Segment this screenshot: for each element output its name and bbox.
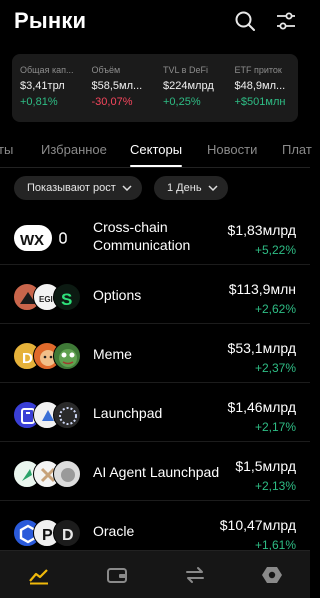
svg-text:D: D	[62, 527, 74, 544]
stat-value: $224млрд	[163, 80, 214, 92]
launchpad-token-icon-3	[53, 401, 81, 429]
stat-change: -30,07%	[91, 96, 133, 108]
link-token-icon	[57, 231, 69, 245]
stat-change: +0,25%	[163, 96, 201, 108]
svg-text:S: S	[61, 290, 72, 309]
sector-token-icons	[13, 401, 83, 429]
period-dropdown-label: 1 День	[167, 182, 202, 194]
pepe-token-icon	[53, 342, 81, 370]
sort-dropdown-label: Показывают рост	[27, 182, 116, 194]
sector-row-meme[interactable]: D Meme $53,1млрд +2,37%	[0, 324, 310, 383]
stat-label: TVL в DeFi	[163, 65, 208, 75]
svg-text:D: D	[22, 350, 33, 367]
stat-change: +$501млн	[234, 96, 286, 108]
sector-name-line2: Communication	[93, 237, 191, 253]
search-icon[interactable]	[234, 10, 256, 32]
stat-label: Общая кап...	[20, 65, 74, 75]
wormhole-token-icon: WX	[13, 224, 53, 252]
sector-change: +5,22%	[254, 243, 296, 257]
sector-row-launchpad[interactable]: Launchpad $1,46млрд +2,17%	[0, 383, 310, 442]
sector-token-icons: EGIC S	[13, 283, 83, 311]
stat-value: $48,9мл...	[234, 80, 286, 92]
tab-sectors[interactable]: Секторы	[130, 142, 182, 157]
page-title: Рынки	[14, 8, 87, 33]
sector-market-cap: $53,1млрд	[227, 340, 296, 356]
wallet-icon[interactable]	[106, 565, 128, 585]
tab-assets[interactable]: ты	[0, 142, 13, 157]
svg-text:W: W	[20, 232, 35, 249]
sector-name: AI Agent Launchpad	[93, 464, 220, 480]
sector-market-cap: $1,5млрд	[235, 458, 296, 474]
sector-name: Oracle	[93, 523, 135, 539]
sector-row-ai-agent-launchpad[interactable]: AI Agent Launchpad $1,5млрд +2,13%	[0, 442, 310, 501]
svg-text:X: X	[34, 232, 44, 249]
filter-bar: Показывают рост 1 День	[0, 176, 310, 200]
ai-launchpad-token-icon-3	[53, 460, 81, 488]
sector-row-cross-chain[interactable]: WX Cross-chain Communication $1,83млрд +…	[0, 206, 310, 265]
sector-change: +2,17%	[254, 420, 296, 434]
stat-etf-inflow: ETF приток $48,9мл... +$501млн	[227, 54, 299, 122]
sector-token-icons: WX	[13, 224, 83, 252]
chevron-down-icon	[208, 185, 218, 191]
stat-volume: Объём $58,5мл... -30,07%	[84, 54, 156, 122]
tab-news[interactable]: Новости	[207, 142, 257, 157]
sector-market-cap: $1,46млрд	[227, 399, 296, 415]
sector-change: +2,37%	[254, 361, 296, 375]
sector-name: Meme	[93, 346, 132, 362]
sector-token-icons	[13, 460, 83, 488]
options-token-icon-3: S	[53, 283, 81, 311]
market-stats-card[interactable]: Общая кап... $3,41трл +0,81% Объём $58,5…	[12, 54, 298, 122]
sector-market-cap: $113,9млн	[228, 281, 296, 297]
tab-bar: ты Избранное Секторы Новости Плат	[0, 130, 312, 168]
settings-hexagon-icon[interactable]	[261, 565, 283, 585]
sector-change: +2,62%	[254, 302, 296, 316]
sector-name: Cross-chain	[93, 219, 168, 235]
sector-row-options[interactable]: EGIC S Options $113,9млн +2,62%	[0, 265, 310, 324]
stat-value: $3,41трл	[20, 80, 65, 92]
svg-text:P: P	[42, 527, 53, 544]
chevron-down-icon	[122, 185, 132, 191]
stat-market-cap: Общая кап... $3,41трл +0,81%	[12, 54, 84, 122]
sector-market-cap: $1,83млрд	[227, 222, 296, 238]
markets-icon[interactable]	[28, 565, 50, 585]
sector-name: Options	[93, 287, 142, 303]
oracle-token-icon-3: D	[53, 519, 81, 547]
stat-change: +0,81%	[20, 96, 58, 108]
sector-change: +2,13%	[254, 479, 296, 493]
tab-platforms[interactable]: Плат	[282, 142, 312, 157]
sector-market-cap: $10,47млрд	[219, 517, 296, 533]
period-dropdown[interactable]: 1 День	[154, 176, 228, 200]
header: Рынки	[0, 0, 310, 48]
bottom-navigation	[0, 550, 310, 598]
stat-label: ETF приток	[234, 65, 282, 75]
sliders-icon[interactable]	[275, 10, 297, 32]
stat-value: $58,5мл...	[91, 80, 143, 92]
sector-name: Launchpad	[93, 405, 163, 421]
sector-token-icons: P D	[13, 519, 83, 547]
swap-icon[interactable]	[184, 565, 206, 585]
stat-tvl: TVL в DeFi $224млрд +0,25%	[155, 54, 227, 122]
tab-favorites[interactable]: Избранное	[41, 142, 107, 157]
sort-dropdown[interactable]: Показывают рост	[14, 176, 142, 200]
sector-token-icons: D	[13, 342, 83, 370]
stat-label: Объём	[91, 65, 121, 75]
active-tab-indicator	[130, 165, 182, 167]
